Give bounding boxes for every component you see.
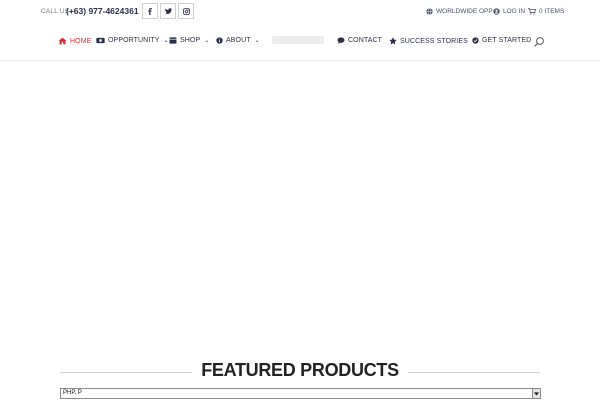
divider-right (408, 372, 540, 373)
hero-area (0, 62, 600, 352)
user-icon (493, 8, 500, 15)
nav-item-contact[interactable]: CONTACT (337, 37, 382, 44)
search-icon[interactable] (533, 36, 545, 48)
nav-item-label: ABOUT (226, 37, 251, 44)
nav-item-label: CONTACT (348, 37, 383, 44)
chevron-down-icon: ⌄ (163, 38, 169, 44)
twitter-link[interactable] (160, 3, 176, 19)
nav-item-label: SHOP (180, 37, 201, 44)
shop-icon (169, 37, 177, 44)
chevron-down-icon: ⌄ (204, 38, 210, 44)
divider-left (60, 372, 192, 373)
worldwide-opp-link[interactable]: WORLDWIDE OPP (426, 8, 493, 15)
chevron-down-icon: ⌄ (254, 38, 260, 44)
star-icon (389, 37, 397, 45)
nav-item-success-stories[interactable]: SUCCESS STORIES ⌄ (389, 37, 477, 45)
nav-item-home[interactable]: HOME (58, 37, 91, 45)
worldwide-opp-label: WORLDWIDE OPP (436, 8, 493, 15)
check-circle-icon (472, 37, 479, 44)
money-icon (96, 37, 105, 44)
top-bar: CALL US: (+63) 977-4624361 WORLDWIDE OPP… (0, 0, 600, 24)
currency-selected-value: PHP, P (63, 390, 82, 396)
featured-products-title: FEATURED PRODUCTS (201, 360, 399, 380)
instagram-link[interactable] (178, 3, 194, 19)
dropdown-arrow-icon[interactable] (532, 389, 540, 398)
cart-icon (528, 8, 536, 15)
nav-item-label: SUCCESS STORIES (400, 37, 468, 45)
login-link[interactable]: LOG IN (493, 8, 525, 15)
featured-products-header: FEATURED PRODUCTS (0, 358, 600, 384)
info-icon (216, 37, 223, 44)
twitter-icon (164, 8, 172, 14)
nav-item-about[interactable]: ABOUT ⌄ (216, 37, 260, 44)
site-logo[interactable] (272, 33, 324, 47)
nav-item-label: HOME (70, 37, 92, 45)
instagram-icon (182, 7, 190, 15)
nav-item-opportunity[interactable]: OPPORTUNITY ⌄ (96, 37, 169, 44)
facebook-link[interactable] (142, 3, 158, 19)
nav-item-label: GET STARTED (482, 37, 532, 44)
nav-item-get-started[interactable]: GET STARTED (472, 37, 531, 44)
nav-item-label: OPPORTUNITY (108, 37, 160, 44)
phone-number[interactable]: (+63) 977-4624361 (66, 6, 139, 16)
cart-link[interactable]: 0 ITEMS (528, 8, 564, 15)
globe-icon (426, 8, 433, 15)
main-navigation: HOME OPPORTUNITY ⌄ SHOP ⌄ ABOUT ⌄ CONTAC… (0, 24, 600, 61)
home-icon (58, 37, 67, 45)
chat-icon (337, 37, 345, 44)
login-label: LOG IN (503, 8, 526, 15)
cart-label: 0 ITEMS (539, 8, 565, 15)
facebook-icon (148, 7, 152, 15)
nav-item-shop[interactable]: SHOP ⌄ (169, 37, 209, 44)
currency-select[interactable]: PHP, P (60, 388, 541, 399)
